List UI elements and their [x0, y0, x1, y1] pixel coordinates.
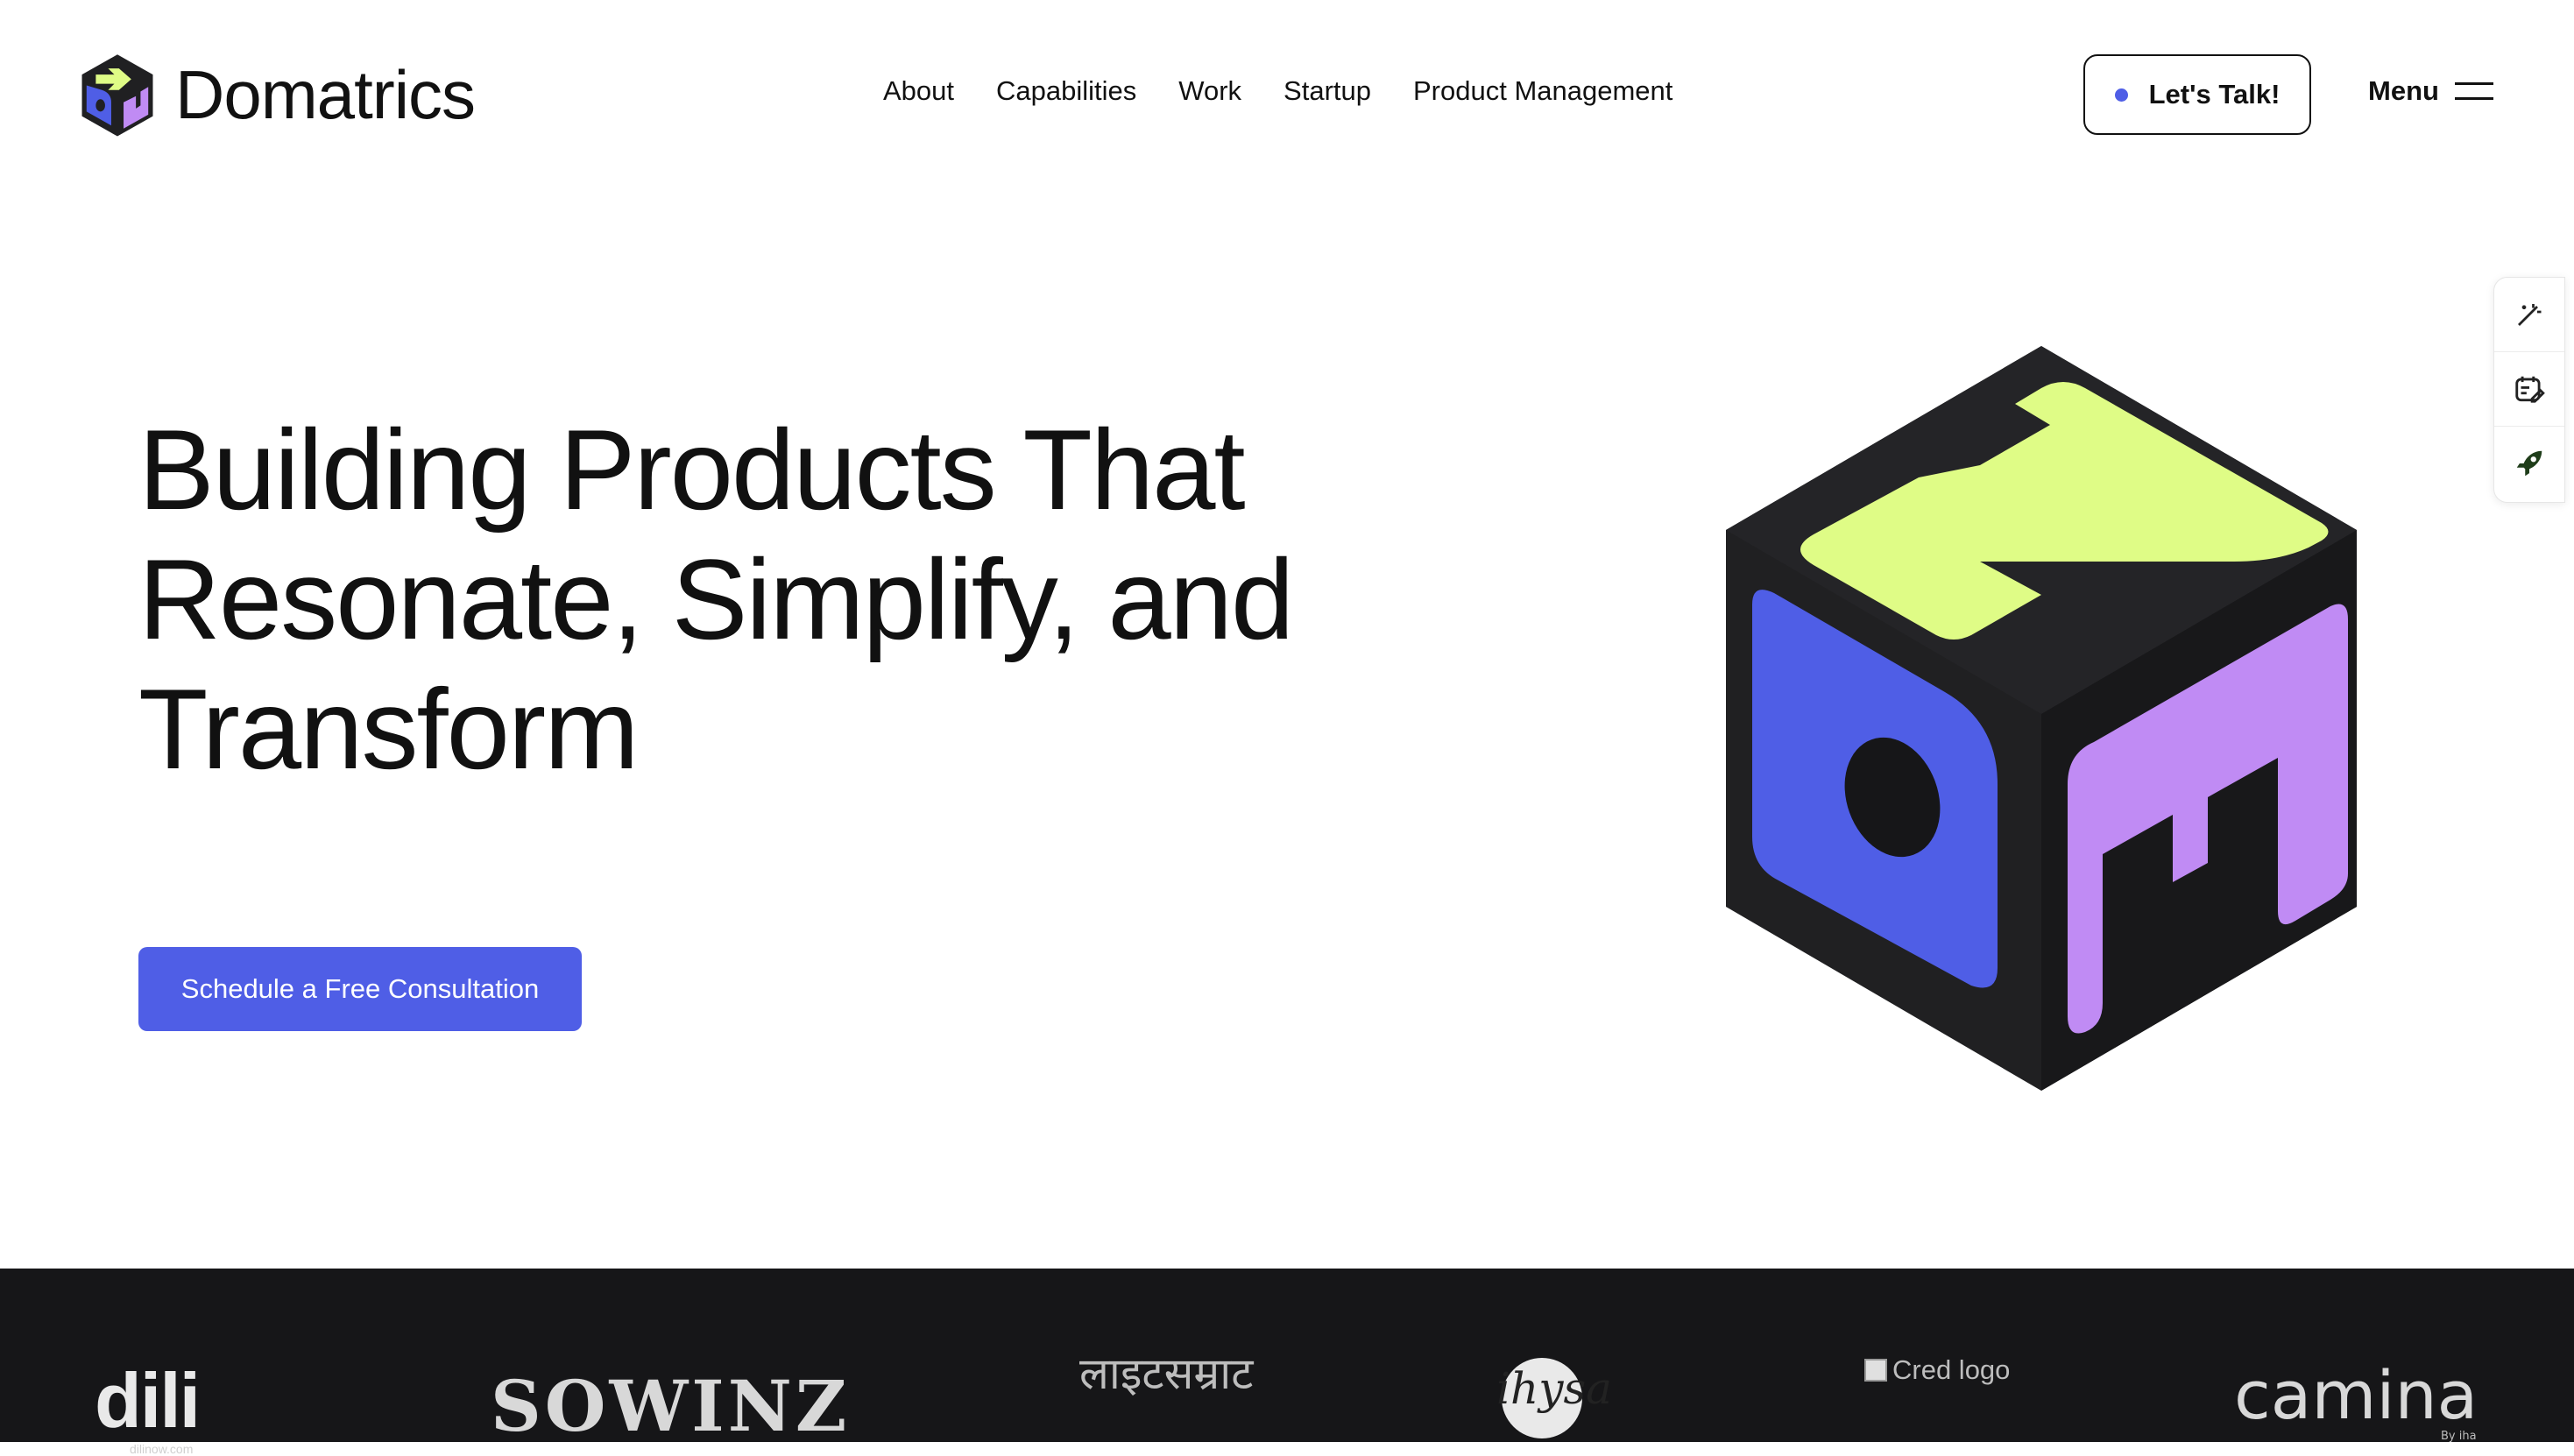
- hero-title-line-2: Resonate, Simplify, and: [138, 535, 1294, 663]
- cred-logo-broken-image: Cred logo: [1864, 1354, 2010, 1386]
- client-logos-strip: dili dilinow.com SOWINZ लाइटसम्राट ihysa…: [0, 1269, 2574, 1456]
- dili-logo-subtext: dilinow.com: [130, 1442, 194, 1456]
- nav-link-work[interactable]: Work: [1178, 75, 1241, 107]
- status-dot-icon: [2114, 88, 2128, 102]
- calendar-edit-tool[interactable]: [2494, 352, 2564, 427]
- dili-logo-text: dili: [95, 1357, 201, 1444]
- brand-logo[interactable]: Domatrics: [79, 51, 476, 138]
- rocket-tool[interactable]: [2494, 427, 2564, 500]
- menu-button[interactable]: Menu: [2368, 75, 2493, 107]
- devanagari-logo-text: लाइटसम्राट: [1079, 1348, 1254, 1399]
- lets-talk-button[interactable]: Let's Talk!: [2083, 54, 2311, 135]
- lets-talk-label: Let's Talk!: [2148, 79, 2281, 110]
- cred-logo-alt-text: Cred logo: [1892, 1354, 2011, 1385]
- nav-link-product-management[interactable]: Product Management: [1413, 75, 1672, 107]
- devanagari-brand-logo: लाइटसम्राट: [1079, 1342, 1253, 1402]
- ihysa-logo-text: ihysa: [1496, 1363, 1612, 1414]
- site-header: Domatrics About Capabilities Work Startu…: [0, 0, 2574, 193]
- sowinz-logo-text: SOWINZ: [491, 1365, 851, 1447]
- hamburger-icon: [2454, 82, 2493, 100]
- menu-label: Menu: [2368, 75, 2439, 106]
- sowinz-logo: SOWINZ: [491, 1365, 850, 1447]
- rocket-icon: [2516, 450, 2542, 477]
- hero-title-line-1: Building Products That: [138, 406, 1246, 534]
- brand-name: Domatrics: [175, 55, 476, 133]
- dili-logo: dili dilinow.com: [95, 1356, 201, 1456]
- hero-title: Building Products That Resonate, Simplif…: [138, 405, 1453, 794]
- ihysa-logo: ihysa: [1496, 1358, 1612, 1438]
- domatrics-cube-icon: [81, 54, 153, 137]
- nav-link-about[interactable]: About: [883, 75, 954, 107]
- magic-wand-icon: [2518, 304, 2542, 326]
- floating-toolbar: [2493, 277, 2565, 503]
- nav-link-capabilities[interactable]: Capabilities: [996, 75, 1136, 107]
- hero-cube-illustration: [1726, 346, 2357, 1091]
- camina-logo-subtext: By iha: [2441, 1430, 2477, 1443]
- main-nav: About Capabilities Work Startup Product …: [883, 75, 1715, 107]
- magic-wand-tool[interactable]: [2494, 278, 2564, 352]
- nav-link-startup[interactable]: Startup: [1283, 75, 1371, 107]
- hero-title-line-3: Transform: [138, 665, 639, 793]
- camina-logo: camina By iha: [2234, 1356, 2479, 1443]
- camina-logo-text: camina: [2234, 1356, 2479, 1434]
- schedule-consultation-button[interactable]: Schedule a Free Consultation: [138, 947, 582, 1031]
- broken-image-icon: [1864, 1359, 1887, 1382]
- calendar-edit-icon: [2515, 376, 2545, 403]
